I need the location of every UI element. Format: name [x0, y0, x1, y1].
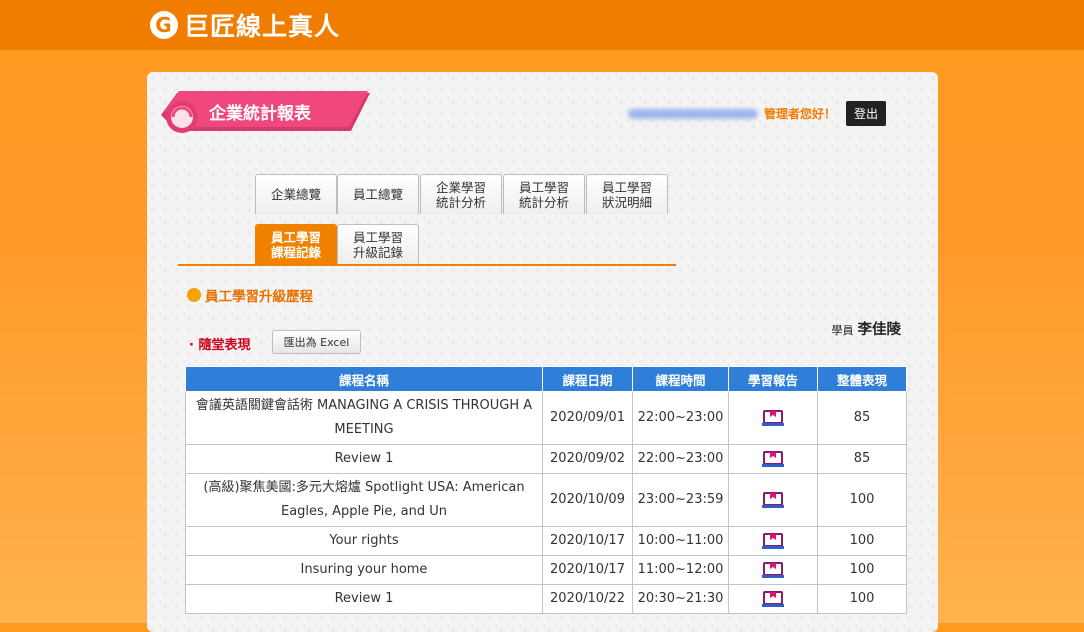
report-icon[interactable]	[761, 531, 785, 551]
cell-learning-report	[728, 526, 818, 556]
section-heading: 員工學習升級歷程	[187, 285, 313, 305]
table-row: 會議英語關鍵會話術 MANAGING A CRISIS THROUGH A ME…	[185, 391, 907, 445]
bullet-dot-icon	[187, 288, 201, 302]
cell-course-time: 22:00~23:00	[632, 444, 729, 474]
cell-overall-score: 85	[817, 391, 907, 445]
course-records-table: 課程名稱 課程日期 課程時間 學習報告 整體表現 會議英語關鍵會話術 MANAG…	[185, 366, 907, 614]
brand-name: 巨匠線上真人	[184, 12, 341, 41]
cell-course-name: Review 1	[185, 584, 543, 614]
tab-label-line: 課程記錄	[270, 244, 321, 260]
student-name: 李佳陵	[857, 322, 902, 338]
table-row: (高級)聚焦美國:多元大熔爐 Spotlight USA: American E…	[185, 473, 907, 527]
tab-label-line: 統計分析	[518, 194, 569, 210]
cell-course-time: 20:30~21:30	[632, 584, 729, 614]
cell-learning-report	[728, 555, 818, 585]
top-bar: G 巨匠線上真人	[0, 0, 1084, 50]
cell-overall-score: 100	[817, 526, 907, 556]
tab-employee-overview[interactable]: 員工總覽	[337, 174, 419, 214]
col-course-date: 課程日期	[542, 366, 633, 392]
student-label: 學員	[831, 324, 854, 337]
section-title: 員工學習升級歷程	[205, 289, 313, 305]
table-header-row: 課程名稱 課程日期 課程時間 學習報告 整體表現	[185, 366, 907, 392]
tab-employee-learning-details[interactable]: 員工學習 狀況明細	[586, 174, 668, 214]
cell-course-name: (高級)聚焦美國:多元大熔爐 Spotlight USA: American E…	[185, 473, 543, 527]
cell-course-date: 2020/10/09	[542, 473, 633, 527]
cell-course-time: 10:00~11:00	[632, 526, 729, 556]
admin-greeting: 管理者您好！	[763, 107, 836, 121]
cell-learning-report	[728, 391, 818, 445]
tab-label-line: 狀況明細	[601, 194, 652, 210]
tab-employee-upgrade-records[interactable]: 員工學習 升級記錄	[337, 224, 419, 264]
tab-company-learning-stats[interactable]: 企業學習 統計分析	[420, 174, 502, 214]
tab-label-line: 員工學習	[601, 179, 652, 195]
col-course-name: 課程名稱	[185, 366, 543, 392]
tab-company-overview[interactable]: 企業總覽	[255, 174, 337, 214]
tab-employee-course-records[interactable]: 員工學習 課程記錄	[255, 224, 337, 264]
cell-course-name: 會議英語關鍵會話術 MANAGING A CRISIS THROUGH A ME…	[185, 391, 543, 445]
col-overall-score: 整體表現	[817, 366, 907, 392]
export-excel-button[interactable]: 匯出為 Excel	[272, 330, 361, 354]
cell-course-time: 23:00~23:59	[632, 473, 729, 527]
tab-employee-learning-stats[interactable]: 員工學習 統計分析	[503, 174, 585, 214]
cell-overall-score: 100	[817, 473, 907, 527]
tab-underline	[178, 264, 676, 266]
cell-course-date: 2020/10/22	[542, 584, 633, 614]
table-row: Review 1 2020/09/02 22:00~23:00 85	[185, 444, 907, 474]
page-title: 企業統計報表	[209, 104, 311, 124]
cell-course-date: 2020/09/02	[542, 444, 633, 474]
cell-course-date: 2020/09/01	[542, 391, 633, 445]
cell-learning-report	[728, 473, 818, 527]
cell-overall-score: 100	[817, 555, 907, 585]
cell-course-date: 2020/10/17	[542, 555, 633, 585]
cell-course-time: 22:00~23:00	[632, 391, 729, 445]
report-icon[interactable]	[761, 490, 785, 510]
logout-button[interactable]: 登出	[845, 101, 886, 126]
cell-course-time: 11:00~12:00	[632, 555, 729, 585]
table-body: 會議英語關鍵會話術 MANAGING A CRISIS THROUGH A ME…	[185, 391, 907, 614]
tab-label-line: 員工學習	[270, 229, 321, 245]
cell-overall-score: 100	[817, 584, 907, 614]
report-icon[interactable]	[761, 560, 785, 580]
report-icon[interactable]	[761, 449, 785, 469]
col-course-time: 課程時間	[632, 366, 729, 392]
tab-label-line: 統計分析	[435, 194, 486, 210]
table-row: Your rights 2020/10/17 10:00~11:00 100	[185, 526, 907, 556]
tab-label-line: 企業學習	[435, 179, 486, 195]
tab-label-line: 升級記錄	[352, 244, 403, 260]
cell-course-name: Your rights	[185, 526, 543, 556]
page-title-ribbon: 企業統計報表	[155, 89, 370, 133]
cell-overall-score: 85	[817, 444, 907, 474]
brand-mark-icon: G	[150, 11, 178, 39]
tab-label-line: 員工學習	[352, 229, 403, 245]
admin-area: 管理者您好！ 登出	[627, 101, 886, 126]
cell-course-name: Insuring your home	[185, 555, 543, 585]
company-name-blurred	[627, 108, 758, 119]
student-info: 學員 李佳陵	[832, 318, 902, 339]
brand-logo[interactable]: G 巨匠線上真人	[150, 9, 340, 41]
cell-learning-report	[728, 584, 818, 614]
col-learning-report: 學習報告	[728, 366, 818, 392]
table-row: Insuring your home 2020/10/17 11:00~12:00 1…	[185, 555, 907, 585]
tab-label-line: 員工學習	[518, 179, 569, 195]
cell-course-date: 2020/10/17	[542, 526, 633, 556]
report-icon[interactable]	[761, 589, 785, 609]
cell-course-name: Review 1	[185, 444, 543, 474]
main-panel: 企業統計報表 管理者您好！ 登出 企業總覽 員工總覽 企業學習 統計分析 員工學習…	[147, 72, 938, 632]
report-icon[interactable]	[761, 408, 785, 428]
table-row: Review 1 2020/10/22 20:30~21:30 100	[185, 584, 907, 614]
cell-learning-report	[728, 444, 818, 474]
performance-label: · 隨堂表現	[189, 338, 251, 353]
